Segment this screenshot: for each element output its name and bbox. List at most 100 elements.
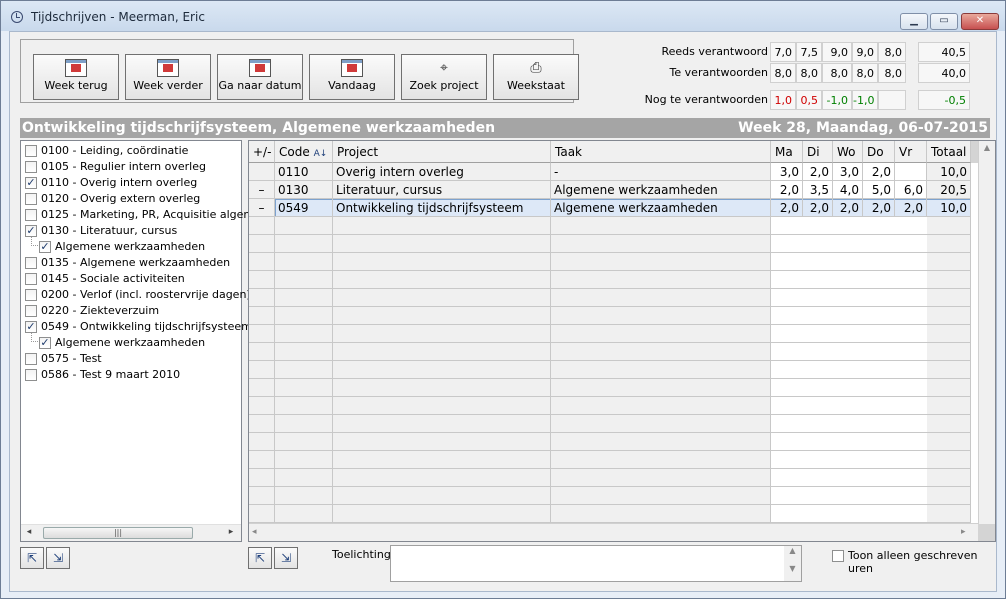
goto-date-label: Ga naar datum: [218, 79, 302, 92]
col-header-project[interactable]: Project: [333, 141, 551, 163]
stat-row-accounted: Reeds verantwoord 7,0 7,5 9,0 9,0 8,0 40…: [590, 42, 994, 62]
checkbox[interactable]: ✓: [39, 337, 51, 349]
checkbox[interactable]: [25, 209, 37, 221]
empty-grid-rows: [249, 217, 971, 524]
row-toggle[interactable]: –: [249, 181, 275, 199]
cell-task[interactable]: Algemene werkzaamheden: [551, 181, 771, 199]
tree-item-label: 0575 - Test: [41, 352, 102, 365]
cell-project[interactable]: Literatuur, cursus: [333, 181, 551, 199]
tree-item-label: 0100 - Leiding, coördinatie: [41, 144, 189, 157]
cell-project[interactable]: Ontwikkeling tijdschrijfsysteem: [333, 199, 551, 217]
tree-item-label: 0135 - Algemene werkzaamheden: [41, 256, 231, 269]
grid-horizontal-scrollbar[interactable]: ◂ ▸: [249, 523, 978, 541]
maximize-button[interactable]: ▭: [930, 13, 958, 30]
weekly-report-button[interactable]: ⎙ Weekstaat: [493, 54, 579, 100]
close-button[interactable]: ✕: [961, 13, 999, 30]
col-header-tu[interactable]: Di: [803, 141, 833, 163]
minimize-button[interactable]: ▁: [900, 13, 928, 30]
checkbox[interactable]: [25, 305, 37, 317]
import-icon[interactable]: ⇲: [46, 547, 70, 569]
stat-label-to-account: Te verantwoorden: [669, 66, 768, 79]
scroll-right-icon[interactable]: ▸: [961, 527, 966, 537]
col-header-th[interactable]: Do: [863, 141, 895, 163]
col-header-we[interactable]: Wo: [833, 141, 863, 163]
checkbox[interactable]: [25, 353, 37, 365]
comment-scrollbar[interactable]: ▲ ▼: [784, 546, 801, 581]
show-only-written-label: Toon alleen geschreven uren: [848, 549, 978, 575]
scroll-left-icon[interactable]: ◂: [252, 527, 257, 537]
app-window: Tijdschrijven - Meerman, Eric ▁ ▭ ✕ Week…: [0, 0, 1006, 599]
cell-hours-tu[interactable]: 2,0: [803, 199, 833, 217]
cell-hours-mo[interactable]: 2,0: [771, 199, 803, 217]
checkbox[interactable]: [25, 369, 37, 381]
stat-label-accounted: Reeds verantwoord: [661, 45, 769, 58]
cell-hours-we[interactable]: 3,0: [833, 163, 863, 181]
tree-horizontal-scrollbar[interactable]: ◂ ||| ▸: [21, 524, 241, 541]
hours-grid[interactable]: +/- Code A↓ Project Taak Ma Di Wo Do Vr …: [248, 140, 996, 542]
find-project-button[interactable]: ⌖ Zoek project: [401, 54, 487, 100]
cell-hours-fr[interactable]: 2,0: [895, 199, 927, 217]
col-header-plusminus[interactable]: +/-: [249, 141, 275, 163]
comment-field[interactable]: ▲ ▼: [390, 545, 802, 582]
week-forward-label: Week verder: [133, 79, 203, 92]
export-icon[interactable]: ⇱: [20, 547, 44, 569]
tree-item-label: 0105 - Regulier intern overleg: [41, 160, 206, 173]
week-forward-button[interactable]: Week verder: [125, 54, 211, 100]
scroll-thumb[interactable]: |||: [43, 527, 193, 539]
checkbox[interactable]: [25, 193, 37, 205]
checkbox[interactable]: [25, 257, 37, 269]
col-header-code-label: Code: [279, 145, 310, 159]
cell-task[interactable]: Algemene werkzaamheden: [551, 199, 771, 217]
stat-value: 8,0: [878, 63, 906, 83]
stat-value: -1,0: [852, 90, 878, 110]
cell-hours-th[interactable]: 2,0: [863, 199, 895, 217]
goto-date-button[interactable]: Ga naar datum: [217, 54, 303, 100]
cell-hours-mo[interactable]: 2,0: [771, 181, 803, 199]
col-header-task[interactable]: Taak: [551, 141, 771, 163]
cell-hours-th[interactable]: 2,0: [863, 163, 895, 181]
checkbox[interactable]: ✓: [25, 177, 37, 189]
cell-task[interactable]: -: [551, 163, 771, 181]
cell-hours-mo[interactable]: 3,0: [771, 163, 803, 181]
cell-code[interactable]: 0549: [275, 199, 333, 217]
cell-hours-we[interactable]: 4,0: [833, 181, 863, 199]
scroll-left-icon[interactable]: ◂: [23, 527, 35, 539]
cell-hours-tu[interactable]: 2,0: [803, 163, 833, 181]
stat-total: 40,0: [918, 63, 970, 83]
checkbox[interactable]: [25, 289, 37, 301]
col-header-code[interactable]: Code A↓: [275, 141, 333, 163]
row-toggle[interactable]: –: [249, 199, 275, 217]
week-back-button[interactable]: Week terug: [33, 54, 119, 100]
row-toggle[interactable]: [249, 163, 275, 181]
cell-project[interactable]: Overig intern overleg: [333, 163, 551, 181]
checkbox[interactable]: [25, 145, 37, 157]
checkbox[interactable]: ✓: [39, 241, 51, 253]
today-button[interactable]: Vandaag: [309, 54, 395, 100]
stat-value: 9,0: [852, 42, 878, 62]
grid-import-icon[interactable]: ⇲: [274, 547, 298, 569]
grid-vertical-scrollbar[interactable]: ▲: [978, 141, 995, 524]
show-only-written-checkbox[interactable]: [832, 550, 844, 562]
project-tree[interactable]: 0100 - Leiding, coördinatie 0105 - Regul…: [20, 140, 275, 542]
checkbox[interactable]: ✓: [25, 225, 37, 237]
cell-hours-th[interactable]: 5,0: [863, 181, 895, 199]
tree-item-label: 0586 - Test 9 maart 2010: [41, 368, 181, 381]
col-header-mo[interactable]: Ma: [771, 141, 803, 163]
scroll-up-icon[interactable]: ▲: [981, 143, 993, 157]
stat-value: 9,0: [822, 42, 852, 62]
cell-hours-we[interactable]: 2,0: [833, 199, 863, 217]
cell-hours-fr[interactable]: [895, 163, 927, 181]
col-header-total[interactable]: Totaal: [927, 141, 971, 163]
cell-code[interactable]: 0110: [275, 163, 333, 181]
grid-export-icon[interactable]: ⇱: [248, 547, 272, 569]
checkbox[interactable]: [25, 273, 37, 285]
cell-hours-tu[interactable]: 3,5: [803, 181, 833, 199]
col-header-fr[interactable]: Vr: [895, 141, 927, 163]
stat-value: 0,5: [796, 90, 822, 110]
cell-code[interactable]: 0130: [275, 181, 333, 199]
scroll-right-icon[interactable]: ▸: [225, 527, 237, 539]
cell-hours-fr[interactable]: 6,0: [895, 181, 927, 199]
checkbox[interactable]: [25, 161, 37, 173]
checkbox[interactable]: ✓: [25, 321, 37, 333]
clock-icon: [11, 11, 23, 23]
